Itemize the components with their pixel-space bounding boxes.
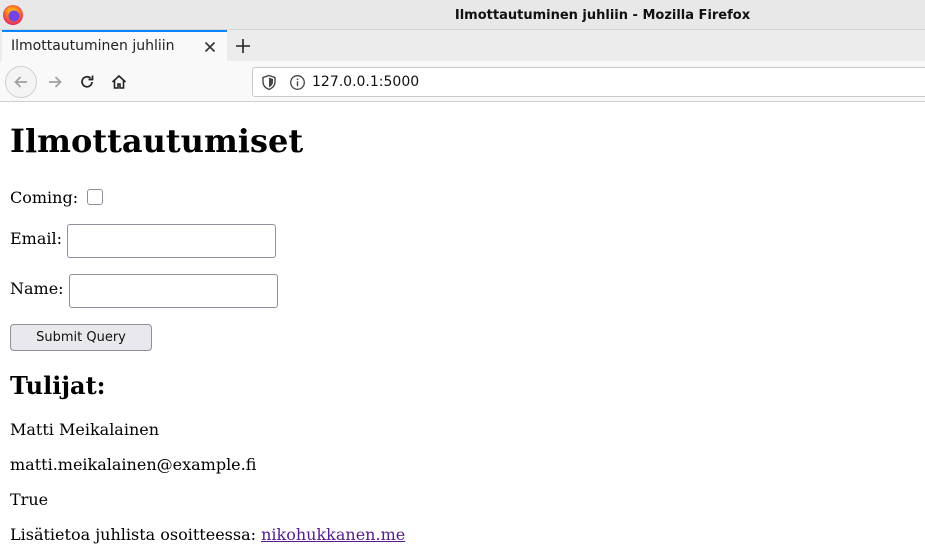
arrow-left-icon	[14, 76, 27, 88]
home-icon	[111, 74, 127, 89]
back-button[interactable]	[5, 66, 37, 98]
attendee-coming: True	[10, 490, 49, 509]
window-titlebar: Ilmottautuminen juhliin - Mozilla Firefo…	[0, 0, 925, 30]
name-label: Name:	[10, 279, 64, 298]
tab-label: Ilmottautuminen juhliin	[11, 38, 175, 54]
email-field[interactable]	[67, 224, 276, 258]
url-text: 127.0.0.1:5000	[312, 74, 420, 90]
info-link[interactable]: nikohukkanen.me	[261, 525, 405, 544]
page-content: Ilmottautumiset Coming: Email: Name: Sub…	[0, 103, 925, 552]
tab-active[interactable]: Ilmottautuminen juhliin	[2, 30, 227, 61]
reload-button[interactable]	[71, 66, 103, 98]
window-title: Ilmottautuminen juhliin - Mozilla Firefo…	[454, 8, 751, 23]
close-icon[interactable]	[202, 39, 218, 55]
info-icon[interactable]	[289, 74, 306, 91]
coming-label: Coming:	[10, 188, 79, 207]
shield-icon[interactable]	[261, 74, 277, 91]
new-tab-plus-icon[interactable]	[232, 35, 254, 57]
attendee-email: matti.meikalainen@example.fi	[10, 455, 257, 474]
info-paragraph: Lisätietoa juhlista osoitteessa: nikohuk…	[10, 525, 405, 544]
tab-strip: Ilmottautuminen juhliin	[0, 30, 925, 61]
firefox-logo-icon	[3, 5, 23, 25]
reload-icon	[81, 75, 94, 88]
page-title: Ilmottautumiset	[10, 122, 304, 160]
url-bar[interactable]: 127.0.0.1:5000	[252, 67, 925, 97]
attendees-heading: Tulijat:	[10, 371, 106, 400]
arrow-right-icon	[49, 76, 62, 88]
info-text: Lisätietoa juhlista osoitteessa:	[10, 525, 257, 544]
forward-button[interactable]	[39, 66, 71, 98]
email-label: Email:	[10, 229, 63, 248]
home-button[interactable]	[103, 66, 135, 98]
coming-checkbox[interactable]	[87, 189, 103, 205]
navigation-toolbar: 127.0.0.1:5000	[0, 61, 925, 102]
name-field[interactable]	[69, 274, 278, 308]
submit-button[interactable]: Submit Query	[10, 324, 152, 351]
attendee-name: Matti Meikalainen	[10, 420, 160, 439]
